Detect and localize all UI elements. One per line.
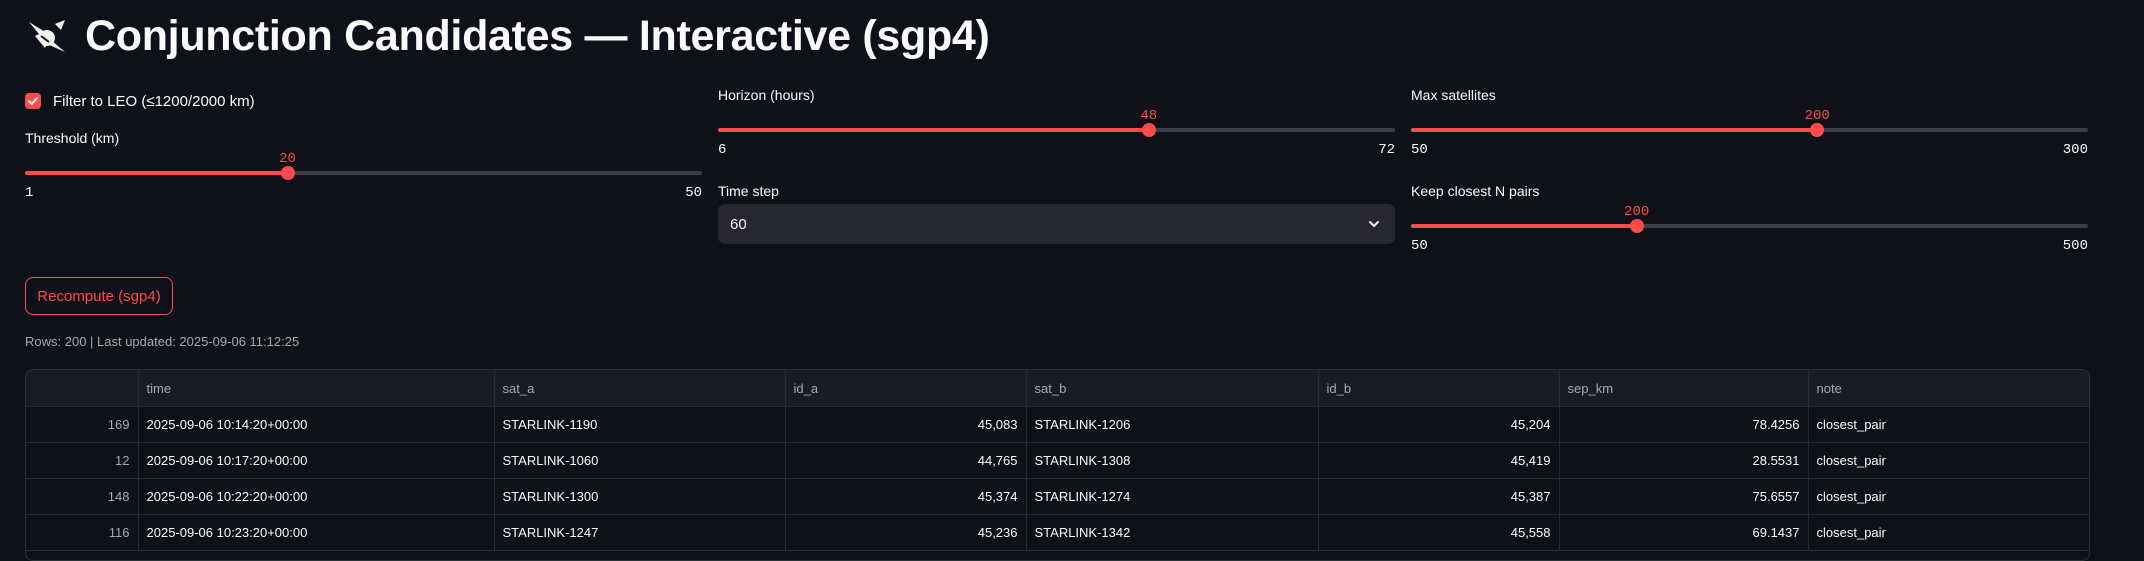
max-satellites-fill: [1411, 128, 1818, 132]
table-cell: 75.6557: [1559, 478, 1809, 515]
threshold-thumb[interactable]: [280, 166, 295, 180]
column-header[interactable]: id_a: [785, 370, 1027, 407]
table-row[interactable]: 12 2025-09-06 10:17:20+00:00 STARLINK-1060…: [26, 442, 2089, 479]
max-satellites-min: 50: [1411, 142, 1428, 158]
page-title-row: Conjunction Candidates — Interactive (sg…: [25, 8, 990, 64]
table-cell: 78.4256: [1559, 406, 1809, 443]
table-row[interactable]: 116 2025-09-06 10:23:20+00:00 STARLINK-124…: [26, 514, 2089, 551]
table-cell: STARLINK-1190: [494, 406, 786, 443]
leo-filter-checkbox-row[interactable]: Filter to LEO (≤1200/2000 km): [25, 86, 702, 116]
table-cell: 2025-09-06 10:14:20+00:00: [138, 406, 495, 443]
max-satellites-max: 300: [2062, 142, 2088, 158]
horizon-slider[interactable]: 48 6 72: [718, 106, 1395, 164]
horizon-max: 72: [1378, 142, 1395, 158]
table-cell: STARLINK-1060: [494, 442, 786, 479]
column-header[interactable]: note: [1808, 370, 2089, 407]
column-header[interactable]: sat_a: [494, 370, 786, 407]
table-cell: 45,387: [1318, 478, 1560, 515]
comet-icon: [29, 20, 65, 52]
table-cell: 44,765: [785, 442, 1027, 479]
table-row[interactable]: 169 2025-09-06 10:14:20+00:00 STARLINK-119…: [26, 406, 2089, 443]
table-cell: closest_pair: [1808, 514, 2089, 551]
table-cell: 45,204: [1318, 406, 1560, 443]
controls-column-3: Max satellites 200 50 300 Keep closest N…: [1411, 84, 2088, 260]
table-cell: 2025-09-06 10:17:20+00:00: [138, 442, 495, 479]
table-cell: 2025-09-06 10:23:20+00:00: [138, 514, 495, 551]
table-cell: 45,374: [785, 478, 1027, 515]
keep-closest-thumb[interactable]: [1629, 219, 1644, 233]
status-caption: Rows: 200 | Last updated: 2025-09-06 11:…: [25, 334, 300, 349]
horizon-min: 6: [718, 142, 727, 158]
table-cell: STARLINK-1247: [494, 514, 786, 551]
table-cell: 45,419: [1318, 442, 1560, 479]
table-cell: STARLINK-1300: [494, 478, 786, 515]
time-step-select[interactable]: 60: [718, 204, 1395, 244]
check-icon: [28, 97, 38, 105]
table-cell: 45,558: [1318, 514, 1560, 551]
table-cell: 28.5531: [1559, 442, 1809, 479]
max-satellites-thumb[interactable]: [1810, 123, 1825, 137]
threshold-label: Threshold (km): [25, 130, 120, 146]
threshold-slider[interactable]: 20 1 50: [25, 149, 702, 207]
table-cell: STARLINK-1342: [1026, 514, 1319, 551]
table-cell: closest_pair: [1808, 406, 2089, 443]
keep-closest-max: 500: [2062, 238, 2088, 254]
table-cell: closest_pair: [1808, 442, 2089, 479]
keep-closest-min: 50: [1411, 238, 1428, 254]
keep-closest-value: 200: [1624, 204, 1650, 220]
table-cell: 2025-09-06 10:22:20+00:00: [138, 478, 495, 515]
recompute-button[interactable]: Recompute (sgp4): [25, 277, 173, 315]
leo-filter-checkbox[interactable]: [25, 93, 41, 109]
row-index-cell: 148: [26, 478, 139, 515]
max-satellites-slider[interactable]: 200 50 300: [1411, 106, 2088, 164]
threshold-fill: [25, 171, 288, 175]
row-index-cell: 169: [26, 406, 139, 443]
table-cell: STARLINK-1274: [1026, 478, 1319, 515]
time-step-value: 60: [730, 215, 747, 233]
table-cell: STARLINK-1308: [1026, 442, 1319, 479]
keep-closest-fill: [1411, 224, 1637, 228]
column-header[interactable]: sat_b: [1026, 370, 1319, 407]
column-header[interactable]: time: [138, 370, 495, 407]
chevron-down-icon: [1369, 221, 1379, 227]
table-row[interactable]: 148 2025-09-06 10:22:20+00:00 STARLINK-130…: [26, 478, 2089, 515]
column-header[interactable]: id_b: [1318, 370, 1560, 407]
table-cell: closest_pair: [1808, 478, 2089, 515]
table-cell: 69.1437: [1559, 514, 1809, 551]
keep-closest-slider[interactable]: 200 50 500: [1411, 202, 2088, 260]
row-index-cell: 116: [26, 514, 139, 551]
threshold-max: 50: [685, 185, 702, 201]
column-header[interactable]: sep_km: [1559, 370, 1809, 407]
table-body: 169 2025-09-06 10:14:20+00:00 STARLINK-119…: [26, 406, 2089, 551]
threshold-min: 1: [25, 185, 34, 201]
max-satellites-value: 200: [1804, 108, 1830, 124]
results-table[interactable]: time sat_a id_a sat_b id_b sep_km note 169 2025…: [25, 369, 2090, 561]
table-cell: 45,083: [785, 406, 1027, 443]
leo-filter-label: Filter to LEO (≤1200/2000 km): [53, 92, 255, 110]
keep-closest-label: Keep closest N pairs: [1411, 183, 1540, 199]
controls-column-2: Horizon (hours) 48 6 72 Time step 60: [718, 84, 1395, 244]
page-title: Conjunction Candidates — Interactive (sg…: [85, 11, 990, 60]
horizon-fill: [718, 128, 1149, 132]
table-header-row: time sat_a id_a sat_b id_b sep_km note: [26, 370, 2089, 407]
table-cell: 45,236: [785, 514, 1027, 551]
controls-column-1: Filter to LEO (≤1200/2000 km) Threshold …: [25, 84, 702, 207]
horizon-value: 48: [1140, 108, 1158, 124]
max-satellites-label: Max satellites: [1411, 87, 1496, 103]
horizon-label: Horizon (hours): [718, 87, 815, 103]
row-index-cell: 12: [26, 442, 139, 479]
horizon-thumb[interactable]: [1141, 123, 1156, 137]
threshold-value: 20: [279, 151, 296, 167]
time-step-label: Time step: [718, 183, 779, 199]
table-cell: STARLINK-1206: [1026, 406, 1319, 443]
column-header[interactable]: [26, 370, 139, 407]
